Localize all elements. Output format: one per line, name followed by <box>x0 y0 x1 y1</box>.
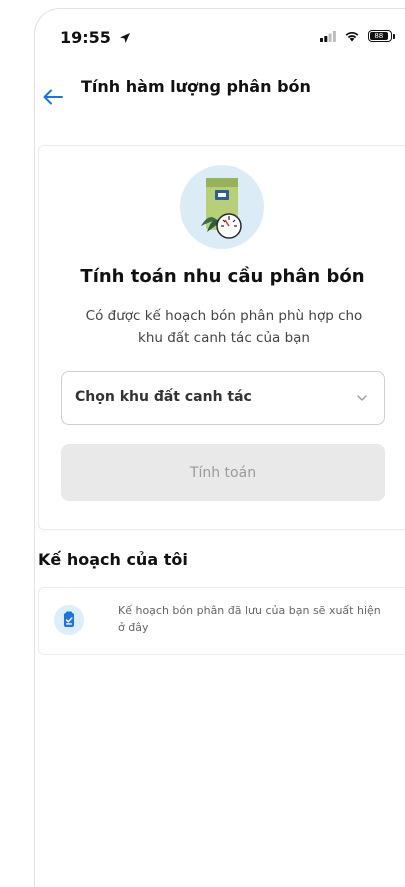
app-header: Tính hàm lượng phân bón <box>40 76 400 126</box>
page-title: Tính hàm lượng phân bón <box>81 77 311 96</box>
empty-plans-message: Kế hoạch bón phân đã lưu của bạn sẽ xuất… <box>118 604 381 634</box>
my-plans-empty-state: Kế hoạch bón phân đã lưu của bạn sẽ xuất… <box>38 587 405 655</box>
status-bar: 19:55 88 <box>60 28 395 50</box>
farmland-select-label: Chọn khu đất canh tác <box>75 389 252 405</box>
wifi-icon <box>345 32 359 42</box>
chevron-down-icon <box>357 395 367 401</box>
arrow-left-icon <box>43 89 63 105</box>
my-plans-title: Kế hoạch của tôi <box>38 550 188 569</box>
status-time-text: 19:55 <box>60 28 111 47</box>
calculator-description: Có được kế hoạch bón phân phù hợp cho kh… <box>85 308 363 346</box>
fertilizer-calculator-card: Tính toán nhu cầu phân bón Có được kế ho… <box>38 145 405 530</box>
cellular-signal-icon <box>320 30 336 42</box>
status-icons: 88 <box>320 30 395 42</box>
fertilizer-bag-illustration <box>180 165 264 249</box>
battery-icon: 88 <box>368 30 395 42</box>
battery-level: 88 <box>370 32 388 40</box>
back-button[interactable] <box>40 84 66 110</box>
fertilizer-plan-icon <box>64 611 74 627</box>
screen: 19:55 88 Tính hàm lượng phân bón Tính to… <box>0 0 405 887</box>
status-time: 19:55 <box>60 28 131 47</box>
calculate-button[interactable]: Tính toán <box>61 444 385 501</box>
plan-icon-badge <box>54 605 84 635</box>
location-arrow-icon <box>119 33 130 43</box>
calculator-title: Tính toán nhu cầu phân bón <box>80 266 365 287</box>
farmland-select[interactable]: Chọn khu đất canh tác <box>61 371 385 425</box>
